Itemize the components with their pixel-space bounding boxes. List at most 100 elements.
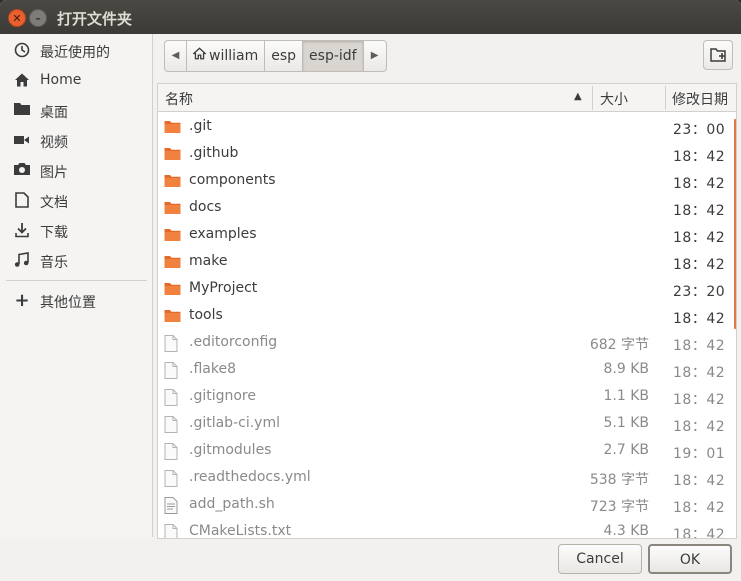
file-modified: 18：42 xyxy=(673,419,726,435)
file-name: .readthedocs.yml xyxy=(189,469,311,485)
text-file-icon xyxy=(164,443,181,460)
file-name: .git xyxy=(189,118,212,134)
folder-icon xyxy=(164,119,181,134)
sidebar-item-label: 视频 xyxy=(40,135,68,151)
path-scroll-right-button[interactable]: ▶ xyxy=(364,41,386,71)
file-name: .github xyxy=(189,145,239,161)
file-row[interactable]: docs 18：42 xyxy=(158,194,731,221)
file-row[interactable]: .git 23：00 xyxy=(158,113,731,140)
new-folder-button[interactable] xyxy=(703,40,733,70)
file-name: MyProject xyxy=(189,280,258,296)
sidebar-item-documents[interactable]: 文档 xyxy=(0,187,153,215)
file-row[interactable]: .readthedocs.yml 538 字节 18：42 xyxy=(158,464,731,491)
sidebar-item-label: 图片 xyxy=(40,165,68,181)
file-name: docs xyxy=(189,199,222,215)
sidebar-item-desktop[interactable]: 桌面 xyxy=(0,97,153,125)
file-size: 2.7 KB xyxy=(603,442,650,458)
path-segment-esp-idf[interactable]: esp-idf xyxy=(303,41,364,71)
video-camera-icon xyxy=(13,132,31,150)
sidebar-item-videos[interactable]: 视频 xyxy=(0,127,153,155)
sidebar-item-label: 文档 xyxy=(40,195,68,211)
file-name: .editorconfig xyxy=(189,334,278,350)
path-bar: ◀ william esp esp-idf ▶ xyxy=(164,40,387,72)
file-row[interactable]: .gitmodules 2.7 KB 19：01 xyxy=(158,437,731,464)
file-size: 4.3 KB xyxy=(603,523,650,539)
file-modified: 18：42 xyxy=(673,203,726,219)
sidebar-item-downloads[interactable]: 下载 xyxy=(0,217,153,245)
path-segment-label: esp-idf xyxy=(309,48,357,64)
file-name: .gitmodules xyxy=(189,442,272,458)
file-modified: 18：42 xyxy=(673,149,726,165)
file-size: 5.1 KB xyxy=(603,415,650,431)
file-row[interactable]: add_path.sh 723 字节 18：42 xyxy=(158,491,731,518)
file-row[interactable]: tools 18：42 xyxy=(158,302,731,329)
file-list[interactable]: 名称 ▲ 大小 修改日期 .git 23：00 .github 18：42 compon… xyxy=(157,83,737,539)
file-row[interactable]: examples 18：42 xyxy=(158,221,731,248)
sidebar-item-label: Home xyxy=(40,72,82,88)
cancel-button[interactable]: Cancel xyxy=(558,544,642,574)
ok-button[interactable]: OK xyxy=(648,544,732,574)
folder-icon xyxy=(164,146,181,161)
file-modified: 18：42 xyxy=(673,338,726,354)
file-modified: 18：42 xyxy=(673,230,726,246)
file-size: 8.9 KB xyxy=(603,361,650,377)
home-icon xyxy=(13,72,31,90)
places-sidebar: 最近使用的 Home 桌面 视频 图片 文档 下载 音乐 + 其他位置 xyxy=(0,34,153,537)
column-header-modified[interactable]: 修改日期 xyxy=(672,89,728,109)
text-file-icon xyxy=(164,524,181,538)
folder-icon xyxy=(13,102,31,120)
path-segment-esp[interactable]: esp xyxy=(265,41,304,71)
file-name: examples xyxy=(189,226,257,242)
file-modified: 18：42 xyxy=(673,311,726,327)
scrollbar-indicator[interactable] xyxy=(734,119,736,329)
sidebar-item-other-locations[interactable]: + 其他位置 xyxy=(0,287,153,315)
text-file-icon xyxy=(164,416,181,433)
folder-icon xyxy=(164,281,181,296)
file-name: components xyxy=(189,172,276,188)
file-row[interactable]: .gitlab-ci.yml 5.1 KB 18：42 xyxy=(158,410,731,437)
file-row[interactable]: CMakeLists.txt 4.3 KB 18：42 xyxy=(158,518,731,539)
column-header-size[interactable]: 大小 xyxy=(600,89,628,109)
text-file-icon xyxy=(164,335,181,352)
file-row[interactable]: .github 18：42 xyxy=(158,140,731,167)
sidebar-item-music[interactable]: 音乐 xyxy=(0,247,153,275)
script-file-icon xyxy=(164,497,181,514)
file-row[interactable]: .editorconfig 682 字节 18：42 xyxy=(158,329,731,356)
file-name: CMakeLists.txt xyxy=(189,523,292,539)
column-header-name[interactable]: 名称 xyxy=(165,89,193,109)
path-scroll-left-button[interactable]: ◀ xyxy=(165,41,187,71)
sidebar-item-label: 桌面 xyxy=(40,105,68,121)
folder-icon xyxy=(164,173,181,188)
path-segment-label: esp xyxy=(271,48,297,64)
sidebar-item-home[interactable]: Home xyxy=(0,67,153,95)
sidebar-divider xyxy=(6,280,147,281)
column-divider xyxy=(592,86,593,110)
path-segment-william[interactable]: william xyxy=(187,41,266,71)
sidebar-item-pictures[interactable]: 图片 xyxy=(0,157,153,185)
title-bar[interactable]: ✕ – 打开文件夹 xyxy=(0,0,741,34)
camera-icon xyxy=(13,162,31,180)
file-row[interactable]: make 18：42 xyxy=(158,248,731,275)
text-file-icon xyxy=(164,389,181,406)
file-modified: 18：42 xyxy=(673,176,726,192)
text-file-icon xyxy=(164,470,181,487)
file-modified: 18：42 xyxy=(673,473,726,489)
minimize-icon[interactable]: – xyxy=(29,9,47,27)
window-title: 打开文件夹 xyxy=(57,10,133,28)
file-row[interactable]: .gitignore 1.1 KB 18：42 xyxy=(158,383,731,410)
close-icon[interactable]: ✕ xyxy=(8,9,26,27)
clock-icon xyxy=(13,42,31,60)
sidebar-item-label: 其他位置 xyxy=(40,295,96,311)
file-row[interactable]: MyProject 23：20 xyxy=(158,275,731,302)
sidebar-item-recent[interactable]: 最近使用的 xyxy=(0,37,153,65)
file-row[interactable]: .flake8 8.9 KB 18：42 xyxy=(158,356,731,383)
sidebar-item-label: 下载 xyxy=(40,225,68,241)
file-modified: 19：01 xyxy=(673,446,726,462)
sort-ascending-icon: ▲ xyxy=(574,91,582,102)
column-divider xyxy=(665,86,666,110)
folder-icon xyxy=(164,308,181,323)
download-icon xyxy=(13,222,31,240)
file-name: tools xyxy=(189,307,223,323)
file-modified: 18：42 xyxy=(673,257,726,273)
file-row[interactable]: components 18：42 xyxy=(158,167,731,194)
